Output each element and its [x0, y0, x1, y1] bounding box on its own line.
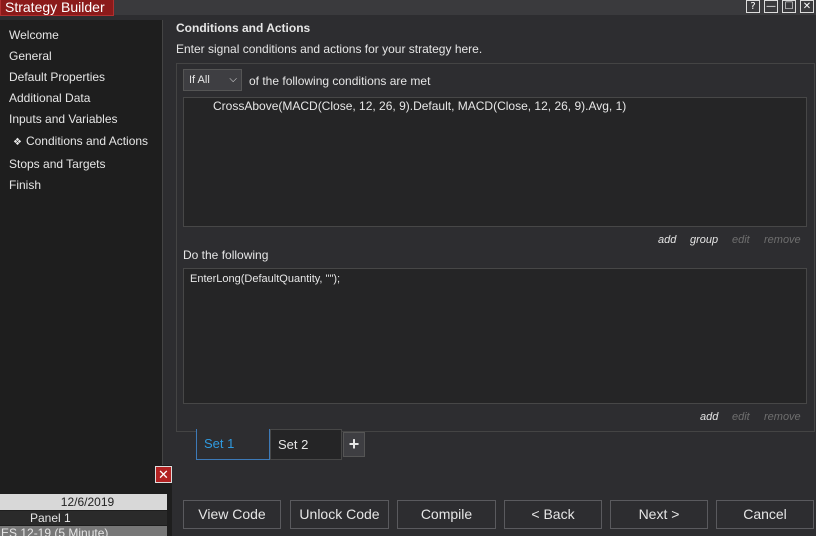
condition-add-link[interactable]: add	[658, 234, 676, 246]
sidebar-item-default-properties[interactable]: Default Properties	[9, 70, 105, 84]
compile-button[interactable]: Compile	[397, 500, 496, 529]
tab-set-1[interactable]: Set 1	[196, 429, 270, 460]
title-bar	[0, 0, 816, 15]
condition-remove-link[interactable]: remove	[764, 234, 801, 246]
window-title: Strategy Builder	[0, 0, 114, 16]
conditions-list[interactable]	[183, 97, 807, 227]
tab-set-2[interactable]: Set 2	[270, 429, 342, 460]
help-icon[interactable]: ?	[746, 0, 760, 13]
chart-panel-label: Panel 1	[0, 511, 167, 525]
next-button[interactable]: Next >	[610, 500, 708, 529]
sidebar-item-stops-targets[interactable]: Stops and Targets	[9, 157, 106, 171]
condition-mode-label: of the following conditions are met	[249, 74, 431, 88]
selected-marker-icon: ❖	[13, 137, 22, 148]
condition-group-link[interactable]: group	[690, 234, 718, 246]
close-icon[interactable]: ✕	[155, 466, 172, 483]
view-code-button[interactable]: View Code	[183, 500, 281, 529]
condition-mode-value: If All	[189, 74, 210, 86]
close-icon[interactable]: ✕	[800, 0, 814, 13]
sidebar-item-conditions-actions[interactable]: ❖ Conditions and Actions	[13, 134, 148, 148]
add-set-button[interactable]: +	[343, 432, 365, 457]
unlock-code-button[interactable]: Unlock Code	[290, 500, 389, 529]
maximize-icon[interactable]: ☐	[782, 0, 796, 13]
sidebar-item-inputs-variables[interactable]: Inputs and Variables	[9, 112, 118, 126]
back-button[interactable]: < Back	[504, 500, 602, 529]
sidebar-item-general[interactable]: General	[9, 49, 52, 63]
sidebar-item-additional-data[interactable]: Additional Data	[9, 91, 90, 105]
sidebar-item-label: Conditions and Actions	[25, 134, 149, 148]
actions-label: Do the following	[183, 248, 269, 262]
action-item[interactable]: EnterLong(DefaultQuantity, "");	[190, 273, 340, 285]
condition-item[interactable]: CrossAbove(MACD(Close, 12, 26, 9).Defaul…	[213, 99, 626, 113]
action-remove-link[interactable]: remove	[764, 411, 801, 423]
page-title: Conditions and Actions	[176, 21, 311, 35]
sidebar-item-welcome[interactable]: Welcome	[9, 28, 59, 42]
cancel-button[interactable]: Cancel	[716, 500, 814, 529]
action-edit-link[interactable]: edit	[732, 411, 750, 423]
action-add-link[interactable]: add	[700, 411, 718, 423]
sidebar-item-finish[interactable]: Finish	[9, 178, 41, 192]
minimize-icon[interactable]: —	[764, 0, 778, 13]
wizard-sidebar	[0, 20, 163, 465]
chart-date: 12/6/2019	[0, 494, 167, 510]
chart-series-label: ES 12-19 (5 Minute)	[0, 526, 167, 536]
condition-edit-link[interactable]: edit	[732, 234, 750, 246]
page-description: Enter signal conditions and actions for …	[176, 42, 483, 56]
condition-mode-select[interactable]: If All ⌵	[183, 69, 242, 91]
actions-list[interactable]	[183, 268, 807, 404]
chevron-down-icon: ⌵	[229, 74, 237, 85]
